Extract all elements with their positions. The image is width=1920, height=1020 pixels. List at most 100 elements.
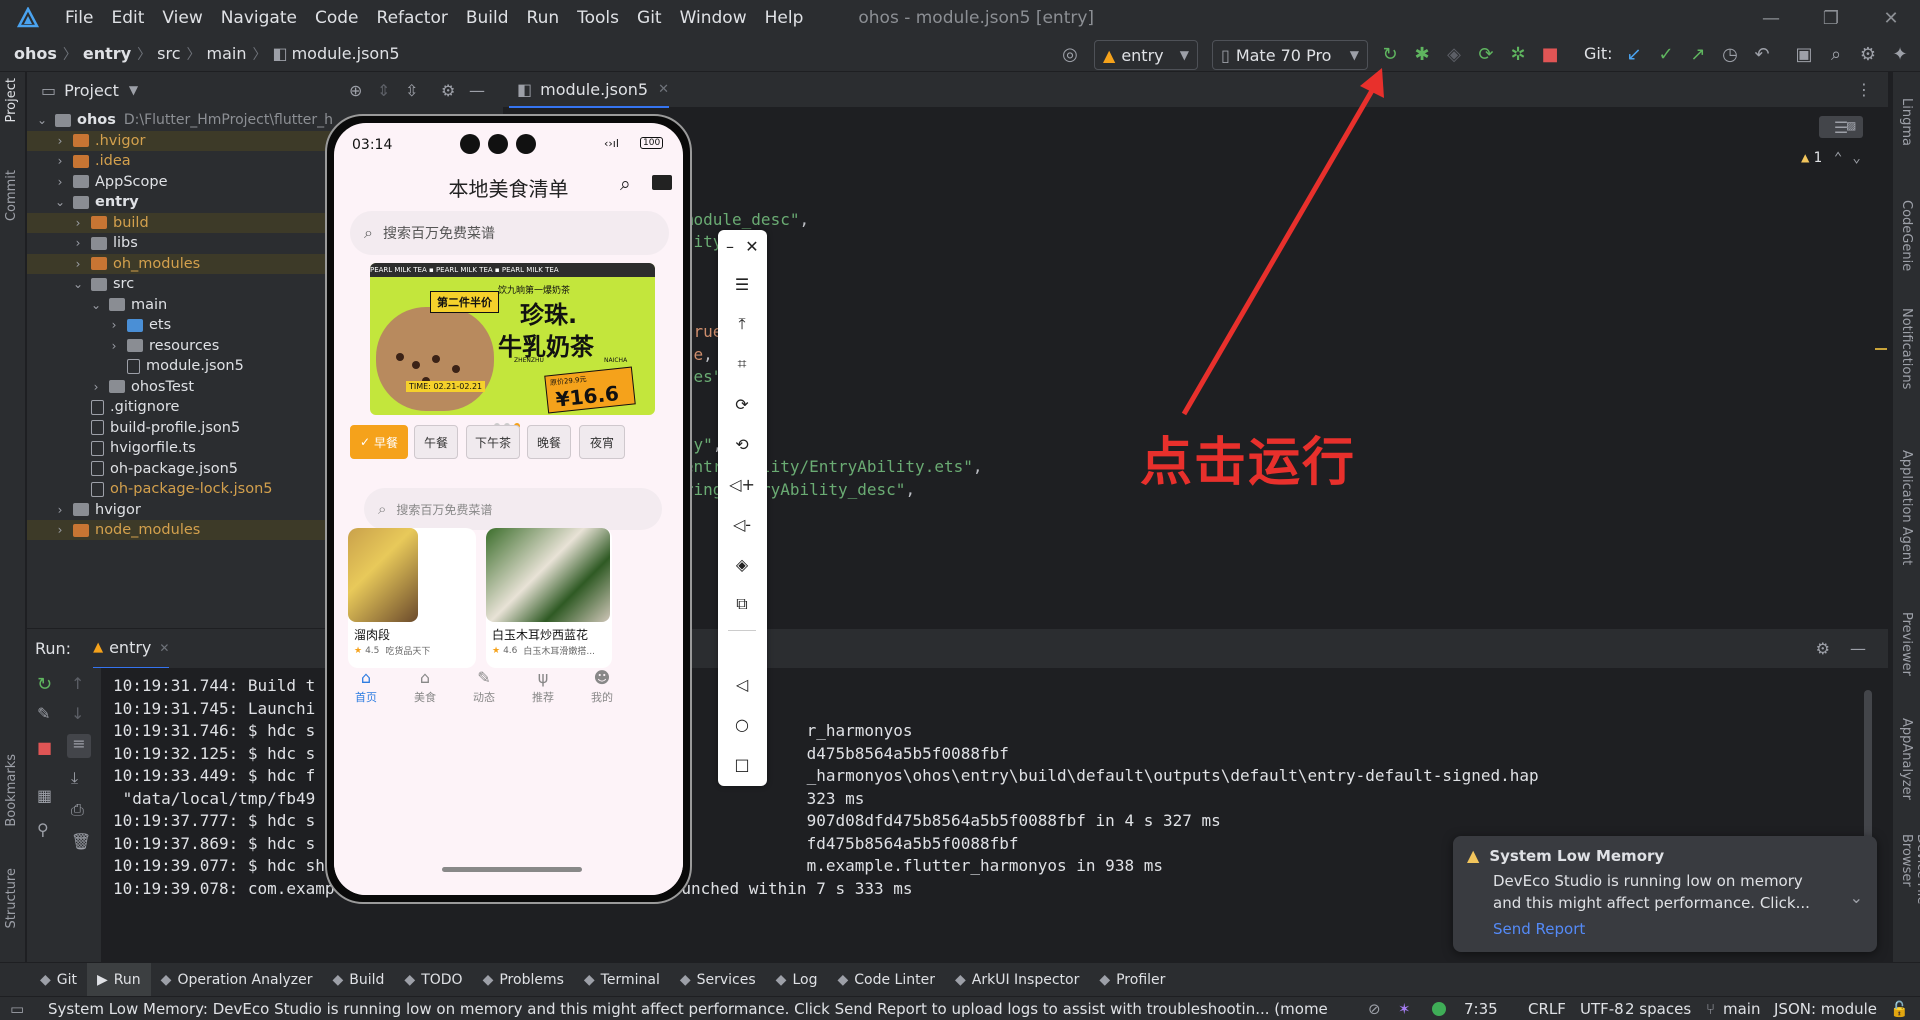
lock-icon[interactable]: 🔓 <box>1890 1000 1909 1018</box>
codegenie-tool-tab[interactable]: CodeGenie <box>1899 200 1914 271</box>
crop-screenshot-icon[interactable]: ⌗ <box>730 352 754 376</box>
history-icon[interactable]: ◷ <box>1716 40 1744 68</box>
toolwindow-arkui-inspector[interactable]: ◆ ArkUI Inspector <box>945 963 1089 997</box>
chevron-right-icon[interactable]: › <box>71 216 85 230</box>
editor-tab-module-json5[interactable]: ◧ module.json5 ✕ <box>509 72 669 108</box>
wrench-icon[interactable]: ✎ <box>37 704 50 723</box>
print-icon[interactable]: ⎙ <box>71 800 84 820</box>
toolwindow-operation-analyzer[interactable]: ◆ Operation Analyzer <box>151 963 323 997</box>
line-separator[interactable]: CRLF <box>1528 1000 1566 1018</box>
debug-icon[interactable]: ✱ <box>1408 40 1436 68</box>
nav-tab-2[interactable]: ✎ 动态 <box>454 668 514 705</box>
menu-navigate[interactable]: Navigate <box>212 0 306 36</box>
recipe-card[interactable]: 溜肉段 ★ 4.5 吃货品天下 <box>348 528 476 668</box>
menu-refactor[interactable]: Refactor <box>368 0 457 36</box>
home-indicator[interactable] <box>442 867 582 872</box>
multi-device-icon[interactable]: ⧉ <box>730 592 754 616</box>
chevron-down-icon[interactable]: ⌄ <box>71 277 85 291</box>
hide-panel-icon[interactable]: — <box>469 81 485 100</box>
recents-icon[interactable]: □ <box>730 752 754 776</box>
close-tab-icon[interactable]: ✕ <box>159 641 169 655</box>
run-tab-entry[interactable]: ▲ entry ✕ <box>93 629 170 669</box>
toolwindow-terminal[interactable]: ◆ Terminal <box>574 963 670 997</box>
category-chip[interactable]: 午餐 <box>414 425 458 459</box>
toolwindow-profiler[interactable]: ◆ Profiler <box>1089 963 1175 997</box>
collapse-all-icon[interactable]: ⇳ <box>405 81 418 100</box>
plugin-icon[interactable]: ✦ <box>1886 40 1914 68</box>
previewer-tool-tab[interactable]: Previewer <box>1899 612 1914 676</box>
menu-icon[interactable]: ☰ <box>730 272 754 296</box>
appanalyzer-tool-tab[interactable]: AppAnalyzer <box>1899 718 1914 800</box>
menu-git[interactable]: Git <box>628 0 671 36</box>
category-chip[interactable]: 下午茶 <box>466 425 520 459</box>
rotate-ccw-icon[interactable]: ⟲ <box>730 432 754 456</box>
pin-icon[interactable]: ⚲ <box>37 820 49 839</box>
soft-wrap-icon[interactable]: ≡ <box>67 734 91 758</box>
target-icon[interactable]: ◎ <box>1056 40 1084 68</box>
back-icon[interactable]: ◁ <box>730 672 754 696</box>
rotate-icon[interactable]: ⟳ <box>730 392 754 416</box>
profile-icon[interactable]: ✲ <box>1504 40 1532 68</box>
preview-icon[interactable]: ▨ <box>1847 118 1855 134</box>
mail-icon[interactable] <box>652 175 672 190</box>
toolwindow-problems[interactable]: ◆ Problems <box>473 963 574 997</box>
attach-icon[interactable]: ◈ <box>1440 40 1468 68</box>
category-chip[interactable]: 晚餐 <box>527 425 571 459</box>
git-branch[interactable]: main <box>1723 1000 1760 1018</box>
low-memory-notification[interactable]: ▲ System Low Memory DevEco Studio is run… <box>1453 836 1877 952</box>
menu-help[interactable]: Help <box>756 0 813 36</box>
fold-icon[interactable]: ◈ <box>730 552 754 576</box>
indent-setting[interactable]: 2 spaces <box>1625 1000 1691 1018</box>
reader-mode-icon[interactable]: ☰ <box>1819 116 1863 138</box>
chevron-down-icon[interactable]: ⌄ <box>1850 888 1863 907</box>
project-panel-title[interactable]: Project <box>64 81 119 100</box>
file-encoding[interactable]: UTF-8 <box>1580 1000 1624 1018</box>
category-chip[interactable]: 夜宵 <box>579 425 625 459</box>
toolwindow-log[interactable]: ◆ Log <box>766 963 828 997</box>
breadcrumb-item[interactable]: module.json5 <box>292 44 400 63</box>
search-input[interactable]: ⌕ 搜索百万免费菜谱 <box>350 211 669 255</box>
home-icon[interactable]: ○ <box>730 712 754 736</box>
expand-all-icon[interactable]: ⇕ <box>377 81 390 100</box>
trash-icon[interactable]: 🗑 <box>71 832 91 851</box>
commit-tool-tab[interactable]: Commit <box>4 170 19 221</box>
recipe-card[interactable]: 白玉木耳炒西蓝花 ★ 4.6 白玉木耳滑嫩搭... <box>486 528 612 668</box>
locate-icon[interactable]: ⊕ <box>349 81 362 100</box>
toolwindow-services[interactable]: ◆ Services <box>670 963 766 997</box>
layout-icon[interactable]: ▦ <box>37 786 52 805</box>
breadcrumb-item[interactable]: ohos <box>14 44 57 63</box>
breadcrumb-item[interactable]: main <box>206 44 246 63</box>
search-icon[interactable]: ⌕ <box>620 173 631 195</box>
run-settings-gear-icon[interactable]: ⚙ <box>1816 639 1830 658</box>
rerun-icon[interactable]: ⟳ <box>1472 40 1500 68</box>
settings-gear-icon[interactable]: ⚙ <box>1854 40 1882 68</box>
chevron-down-icon[interactable]: ▼ <box>129 83 138 97</box>
git-commit-icon[interactable]: ✓ <box>1652 40 1680 68</box>
nav-tab-1[interactable]: ⌂ 美食 <box>395 668 455 705</box>
json-schema[interactable]: JSON: module <box>1774 1000 1877 1018</box>
nav-tab-3[interactable]: ψ 推荐 <box>513 668 573 705</box>
search-icon[interactable]: ⌕ <box>1822 40 1850 68</box>
scroll-to-end-icon[interactable]: ⤓ <box>71 768 78 788</box>
bookmarks-tool-tab[interactable]: Bookmarks <box>4 754 19 827</box>
chevron-down-icon[interactable]: ⌄ <box>53 195 67 209</box>
menu-run[interactable]: Run <box>518 0 569 36</box>
no-inspection-icon[interactable]: ⊘ <box>1368 1000 1381 1018</box>
menu-build[interactable]: Build <box>457 0 518 36</box>
menu-window[interactable]: Window <box>671 0 756 36</box>
chevron-right-icon[interactable]: › <box>107 339 121 353</box>
device-file-browser-tool-tab[interactable]: Device File Browser <box>1899 834 1920 954</box>
close-icon[interactable]: ✕ <box>744 234 760 258</box>
toolwindow-build[interactable]: ◆ Build <box>322 963 394 997</box>
minimize-icon[interactable]: – <box>722 234 738 258</box>
toolwindow-run[interactable]: ▶ Run <box>87 962 151 997</box>
chevron-down-icon[interactable]: ⌄ <box>1852 150 1860 166</box>
chevron-down-icon[interactable]: ⌄ <box>35 113 49 127</box>
toolwindow-git[interactable]: ◆ Git <box>30 963 87 997</box>
rerun-icon[interactable]: ↻ <box>37 674 52 695</box>
menu-file[interactable]: File <box>56 0 102 36</box>
chevron-right-icon[interactable]: › <box>71 257 85 271</box>
git-push-icon[interactable]: ↗ <box>1684 40 1712 68</box>
chevron-right-icon[interactable]: › <box>53 134 67 148</box>
toolwindow-todo[interactable]: ◆ TODO <box>394 963 472 997</box>
